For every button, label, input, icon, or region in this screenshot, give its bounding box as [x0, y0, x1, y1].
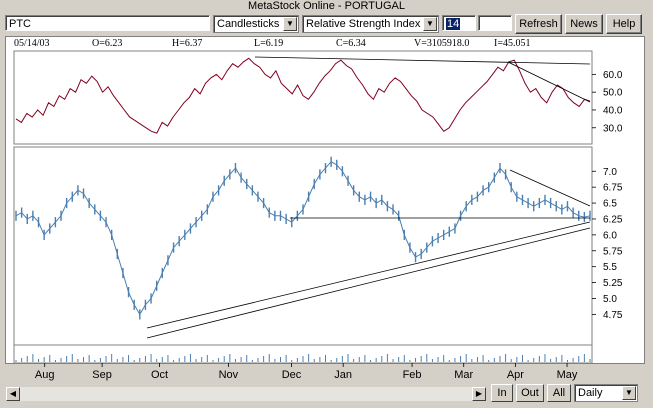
- info-close: C=6.34: [336, 38, 366, 49]
- x-tick-label: Mar: [454, 369, 473, 381]
- horizontal-scrollbar[interactable]: ◀ ▶: [5, 386, 487, 402]
- x-axis-layer: Aug Sep Oct Nov Dec Jan Feb Mar Apr May: [35, 363, 578, 381]
- indicator-select[interactable]: Relative Strength Index ▼: [302, 15, 439, 33]
- zoom-out-button[interactable]: Out: [516, 384, 544, 402]
- chevron-down-icon[interactable]: ▼: [423, 17, 437, 31]
- info-volume: V=3105918.0: [414, 38, 470, 49]
- period-value: 14: [446, 18, 461, 30]
- x-tick-label: May: [557, 369, 578, 381]
- toolbar: PTC Candlesticks ▼ Relative Strength Ind…: [0, 14, 653, 34]
- news-button[interactable]: News: [565, 14, 603, 34]
- x-tick-label: Oct: [151, 369, 168, 381]
- chart-area[interactable]: [5, 36, 645, 364]
- x-tick-label: Feb: [403, 369, 422, 381]
- info-indicator: I=45.051: [494, 38, 531, 49]
- scroll-right-icon[interactable]: ▶: [472, 387, 486, 401]
- symbol-input[interactable]: PTC: [5, 15, 210, 31]
- x-tick-label: Apr: [507, 369, 524, 381]
- chart-type-value: Candlesticks: [217, 18, 280, 30]
- help-button[interactable]: Help: [606, 14, 642, 34]
- info-high: H=6.37: [172, 38, 203, 49]
- info-open: O=6.23: [92, 38, 123, 49]
- chart-type-select[interactable]: Candlesticks ▼: [213, 15, 299, 33]
- refresh-button[interactable]: Refresh: [515, 14, 562, 34]
- period-input[interactable]: 14: [442, 15, 476, 31]
- period-select[interactable]: Daily ▼: [574, 384, 638, 402]
- x-tick-label: Aug: [35, 369, 55, 381]
- window-title: MetaStock Online - PORTUGAL: [248, 0, 405, 12]
- info-date: 05/14/03: [14, 38, 50, 49]
- zoom-all-button[interactable]: All: [547, 384, 571, 402]
- info-low: L=6.19: [254, 38, 284, 49]
- period-select-value: Daily: [578, 387, 603, 399]
- zoom-in-button[interactable]: In: [491, 384, 513, 402]
- x-tick-label: Sep: [92, 369, 112, 381]
- indicator-value: Relative Strength Index: [306, 18, 421, 30]
- scroll-left-icon[interactable]: ◀: [6, 387, 20, 401]
- chevron-down-icon[interactable]: ▼: [283, 17, 297, 31]
- x-tick-label: Jan: [334, 369, 352, 381]
- x-tick-label: Dec: [282, 369, 302, 381]
- extra-input[interactable]: [478, 15, 512, 31]
- x-tick-label: Nov: [219, 369, 239, 381]
- chevron-down-icon[interactable]: ▼: [622, 386, 636, 400]
